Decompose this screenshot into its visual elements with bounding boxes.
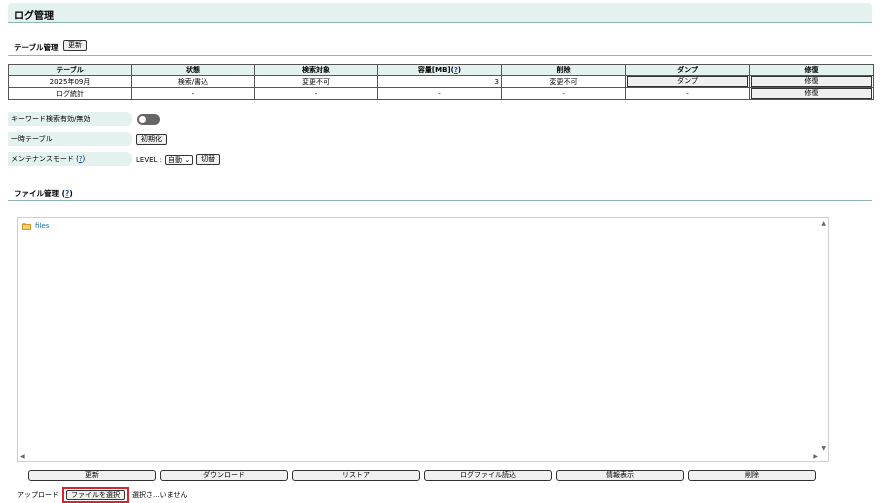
section-divider bbox=[8, 55, 872, 56]
file-section-title: ファイル管理 (?) bbox=[14, 188, 73, 199]
cell-delete: 変更不可 bbox=[501, 75, 626, 88]
load-log-file-button[interactable]: ログファイル読込 bbox=[424, 470, 552, 481]
maintenance-label-close: ) bbox=[82, 155, 86, 163]
col-capacity: 容量[MB](?) bbox=[377, 64, 502, 76]
choose-file-button[interactable]: ファイルを選択 bbox=[66, 490, 125, 500]
folder-icon bbox=[22, 222, 31, 230]
section-divider bbox=[8, 200, 872, 201]
cell-table: 2025年09月 bbox=[8, 75, 132, 88]
col-table: テーブル bbox=[8, 64, 132, 76]
temp-table-label: 一時テーブル bbox=[8, 132, 132, 146]
cell-repair: 修復 bbox=[749, 87, 874, 100]
file-action-bar: 更新 ダウンロード リストア ログファイル読込 情報表示 削除 bbox=[28, 470, 816, 481]
initialize-button[interactable]: 初期化 bbox=[136, 134, 167, 145]
table-row: ログ統計 - - - - - 修復 bbox=[8, 87, 874, 100]
dump-button[interactable]: ダンプ bbox=[627, 76, 748, 87]
cell-dump: - bbox=[625, 87, 750, 100]
level-label: LEVEL : bbox=[136, 155, 163, 164]
cell-state: 検索/書込 bbox=[131, 75, 255, 88]
cell-capacity: - bbox=[377, 87, 502, 100]
scroll-up-arrow-icon[interactable]: ▲ bbox=[821, 220, 826, 227]
keyword-search-label: キーワード検索有効/無効 bbox=[8, 112, 132, 126]
tree-item-files[interactable]: files bbox=[22, 222, 49, 230]
keyword-search-toggle[interactable] bbox=[137, 114, 160, 125]
table-update-button[interactable]: 更新 bbox=[63, 40, 87, 51]
repair-button[interactable]: 修復 bbox=[751, 88, 872, 99]
switch-button[interactable]: 切替 bbox=[196, 154, 221, 165]
download-button[interactable]: ダウンロード bbox=[160, 470, 288, 481]
col-search: 検索対象 bbox=[254, 64, 378, 76]
table-row: 2025年09月 検索/書込 変更不可 3 変更不可 ダンプ 修復 bbox=[8, 75, 874, 88]
show-info-button[interactable]: 情報表示 bbox=[556, 470, 684, 481]
delete-button[interactable]: 削除 bbox=[688, 470, 816, 481]
restore-button[interactable]: リストア bbox=[292, 470, 420, 481]
table-header-row: テーブル 状態 検索対象 容量[MB](?) 削除 ダンプ 修復 bbox=[8, 64, 874, 76]
page-title: ログ管理 bbox=[14, 11, 54, 22]
cell-search: 変更不可 bbox=[254, 75, 378, 88]
tree-item-label: files bbox=[35, 222, 50, 230]
scroll-left-arrow-icon[interactable]: ◀ bbox=[20, 453, 25, 460]
level-row: LEVEL : 自動 ⌄ 切替 bbox=[136, 154, 221, 165]
scroll-right-arrow-icon[interactable]: ▶ bbox=[813, 453, 818, 460]
cell-state: - bbox=[131, 87, 255, 100]
chevron-down-icon: ⌄ bbox=[182, 155, 191, 164]
upload-label: アップロード bbox=[17, 491, 59, 499]
col-capacity-label: 容量[MB]( bbox=[417, 66, 454, 74]
col-dump: ダンプ bbox=[625, 64, 750, 76]
log-table: テーブル 状態 検索対象 容量[MB](?) 削除 ダンプ 修復 2025年09… bbox=[8, 64, 874, 100]
table-section-title: テーブル管理 bbox=[14, 43, 59, 52]
cell-capacity: 3 bbox=[377, 75, 502, 88]
toggle-knob bbox=[139, 116, 146, 123]
scroll-down-arrow-icon[interactable]: ▼ bbox=[821, 445, 826, 452]
maintenance-label-text: メンテナンスモード ( bbox=[11, 155, 79, 163]
file-select-status: 選択さ...いません bbox=[132, 491, 188, 499]
maintenance-mode-label: メンテナンスモード (?) bbox=[8, 152, 132, 166]
file-section-title-close: ) bbox=[69, 189, 73, 198]
file-section-title-text: ファイル管理 ( bbox=[14, 189, 66, 198]
cell-search: - bbox=[254, 87, 378, 100]
page-header: ログ管理 bbox=[8, 3, 872, 23]
col-capacity-close: ) bbox=[457, 66, 462, 74]
level-select[interactable]: 自動 ⌄ bbox=[165, 154, 194, 165]
col-state: 状態 bbox=[131, 64, 255, 76]
file-update-button[interactable]: 更新 bbox=[28, 470, 156, 481]
cell-dump: ダンプ bbox=[625, 75, 750, 88]
cell-delete: - bbox=[501, 87, 626, 100]
col-delete: 削除 bbox=[501, 64, 626, 76]
level-select-value: 自動 bbox=[168, 155, 183, 164]
cell-repair: 修復 bbox=[749, 75, 874, 88]
repair-button[interactable]: 修復 bbox=[751, 76, 872, 87]
file-tree-panel[interactable]: files ▲ ▼ ◀ ▶ bbox=[17, 217, 829, 462]
col-repair: 修復 bbox=[749, 64, 874, 76]
cell-table: ログ統計 bbox=[8, 87, 132, 100]
